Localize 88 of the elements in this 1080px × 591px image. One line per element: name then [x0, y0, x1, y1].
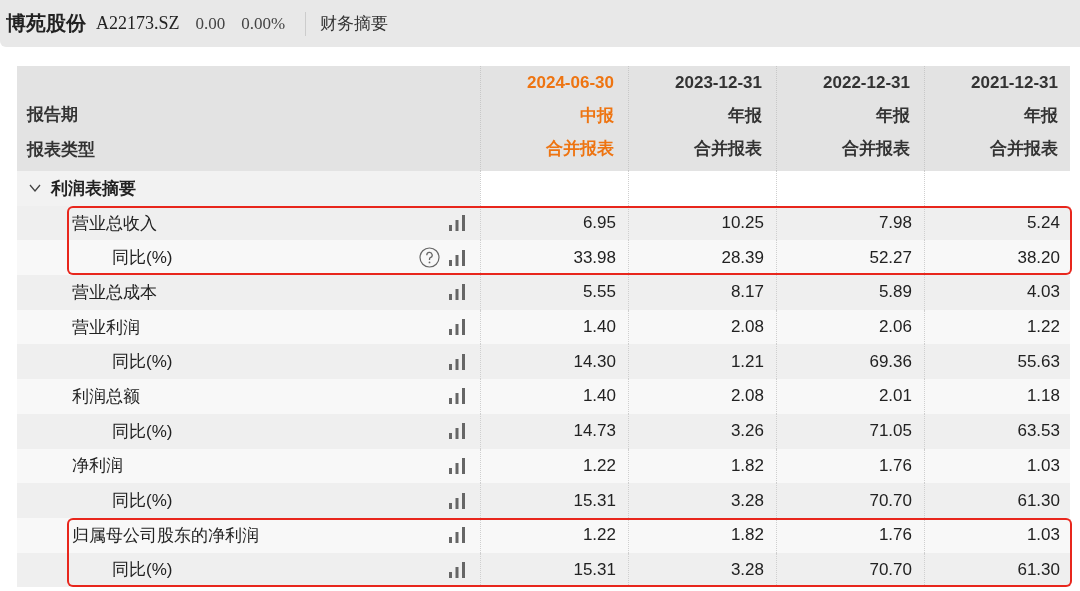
value-cell: 4.03: [1026, 282, 1060, 303]
value-cell: 70.70: [869, 490, 912, 511]
section-title[interactable]: 利润表摘要: [51, 176, 136, 200]
value-cell: 5.89: [878, 282, 912, 303]
period-date: 2021-12-31: [971, 72, 1058, 94]
value-cell: 1.22: [582, 455, 616, 476]
help-icon[interactable]: [419, 247, 440, 269]
value-cell: 2.08: [730, 317, 764, 338]
period-date: 2022-12-31: [823, 72, 910, 94]
value-cell: 1.40: [582, 317, 616, 338]
bar-chart-icon[interactable]: [448, 423, 466, 440]
value-cell: 1.76: [878, 455, 912, 476]
value-cell: 5.55: [582, 282, 616, 303]
bar-chart-icon[interactable]: [448, 284, 466, 301]
row-label: 同比(%): [112, 420, 174, 443]
value-cell: 1.82: [730, 455, 764, 476]
report-period: 年报: [728, 105, 762, 127]
value-cell: 2.01: [878, 386, 912, 407]
report-type: 合并报表: [990, 138, 1058, 160]
value-cell: 1.03: [1026, 455, 1060, 476]
bar-chart-icon[interactable]: [448, 319, 466, 336]
value-cell: 33.98: [573, 247, 616, 268]
price: 0.00: [195, 13, 226, 34]
page-title: 财务摘要: [320, 13, 389, 35]
value-cell: 1.82: [730, 525, 764, 546]
row-label: 营业总收入: [72, 212, 158, 235]
value-cell: 38.20: [1017, 247, 1060, 268]
report-period: 中报: [580, 105, 614, 127]
value-cell: 1.21: [730, 351, 764, 372]
value-cell: 3.28: [730, 490, 764, 511]
value-cell: 55.63: [1017, 351, 1060, 372]
price-change: 0.00%: [241, 13, 286, 34]
value-cell: 10.25: [721, 213, 764, 234]
value-cell: 2.06: [878, 317, 912, 338]
row-label: 营业利润: [72, 316, 141, 339]
bar-chart-icon[interactable]: [448, 249, 466, 266]
value-cell: 1.03: [1026, 525, 1060, 546]
bar-chart-icon[interactable]: [448, 215, 466, 232]
value-cell: 1.22: [582, 525, 616, 546]
value-cell: 7.98: [878, 213, 912, 234]
value-cell: 2.08: [730, 386, 764, 407]
bar-chart-icon[interactable]: [448, 527, 466, 544]
stock-code: A22173.SZ: [96, 13, 180, 34]
value-cell: 8.17: [730, 282, 764, 303]
value-cell: 61.30: [1017, 559, 1060, 580]
report-type: 合并报表: [546, 138, 614, 160]
value-cell: 1.22: [1026, 317, 1060, 338]
row-label: 归属母公司股东的净利润: [72, 524, 260, 547]
value-cell: 1.40: [582, 386, 616, 407]
value-cell: 14.30: [573, 351, 616, 372]
value-cell: 52.27: [869, 247, 912, 268]
value-cell: 71.05: [869, 421, 912, 442]
chevron-down-icon[interactable]: [29, 184, 41, 193]
bar-chart-icon[interactable]: [448, 353, 466, 370]
row-label: 同比(%): [112, 351, 174, 374]
period-date: 2023-12-31: [675, 72, 762, 94]
header-label: 报告期: [27, 104, 79, 126]
value-cell: 1.76: [878, 525, 912, 546]
period-date: 2024-06-30: [527, 72, 614, 94]
value-cell: 3.26: [730, 421, 764, 442]
value-cell: 5.24: [1026, 213, 1060, 234]
value-cell: 61.30: [1017, 490, 1060, 511]
row-label: 净利润: [72, 455, 124, 478]
value-cell: 1.18: [1026, 386, 1060, 407]
report-period: 年报: [876, 105, 910, 127]
value-cell: 6.95: [582, 213, 616, 234]
value-cell: 69.36: [869, 351, 912, 372]
value-cell: 15.31: [573, 559, 616, 580]
value-cell: 28.39: [721, 247, 764, 268]
row-label: 同比(%): [112, 559, 174, 582]
row-label: 同比(%): [112, 247, 174, 270]
value-cell: 70.70: [869, 559, 912, 580]
row-label: 营业总成本: [72, 281, 158, 304]
header-label: 报表类型: [27, 139, 96, 161]
report-type: 合并报表: [694, 138, 762, 160]
report-period: 年报: [1024, 105, 1058, 127]
value-cell: 3.28: [730, 559, 764, 580]
value-cell: 15.31: [573, 490, 616, 511]
stock-name: 博苑股份: [6, 11, 86, 36]
report-type: 合并报表: [842, 138, 910, 160]
bar-chart-icon[interactable]: [448, 457, 466, 474]
row-label: 利润总额: [72, 385, 141, 408]
bar-chart-icon[interactable]: [448, 492, 466, 509]
value-cell: 63.53: [1017, 421, 1060, 442]
value-cell: 14.73: [573, 421, 616, 442]
bar-chart-icon[interactable]: [448, 388, 466, 405]
row-label: 同比(%): [112, 490, 174, 513]
bar-chart-icon[interactable]: [448, 561, 466, 578]
